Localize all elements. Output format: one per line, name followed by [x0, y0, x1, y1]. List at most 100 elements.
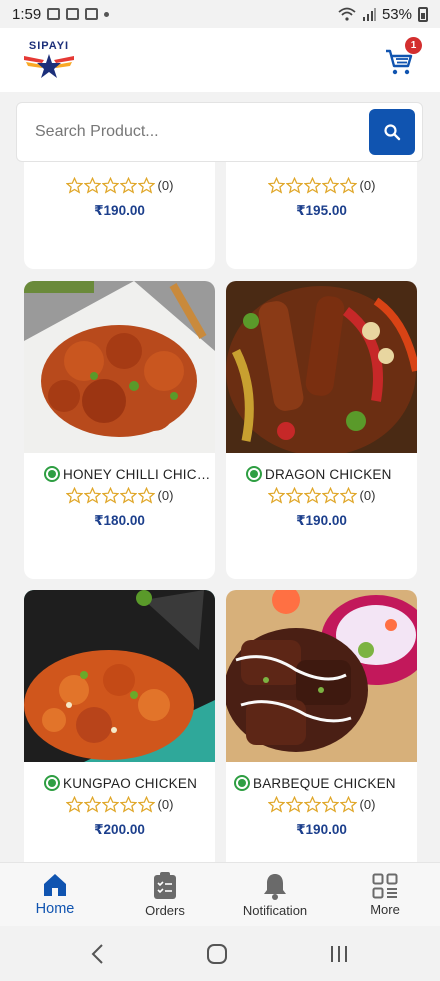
teams-icon	[66, 8, 80, 20]
product-name: BARBEQUE CHICKEN	[253, 775, 396, 791]
battery-percent: 53%	[381, 5, 412, 23]
product-card[interactable]: HONEY CHILLI CHICKEN (0) ₹180.00	[24, 281, 215, 579]
system-navigation-bar	[0, 926, 440, 981]
rating-row: (0)	[226, 176, 417, 194]
nav-item-notification[interactable]: Notification	[220, 863, 330, 926]
veg-indicator-icon	[44, 466, 60, 482]
star-icon	[65, 176, 83, 194]
veg-indicator-icon	[246, 466, 262, 482]
rating-count: (0)	[157, 177, 174, 193]
signal-icon	[362, 7, 376, 21]
star-icon	[83, 486, 101, 504]
nav-item-more[interactable]: More	[330, 863, 440, 926]
search-icon	[384, 124, 401, 141]
recents-icon[interactable]	[328, 943, 350, 965]
rating-row: (0)	[226, 795, 417, 813]
search-bar	[16, 102, 423, 162]
search-button[interactable]	[369, 109, 415, 155]
rating-row: (0)	[226, 486, 417, 504]
product-price: ₹190.00	[296, 822, 347, 837]
star-icon	[321, 176, 339, 194]
star-icon	[339, 795, 357, 813]
notification-dot-icon	[104, 11, 110, 17]
rating-row: (0)	[24, 176, 215, 194]
rating-count: (0)	[359, 796, 376, 812]
star-icon	[339, 176, 357, 194]
star-icon	[101, 176, 119, 194]
star-icon	[83, 795, 101, 813]
product-title-row: KUNGPAO CHICKEN	[24, 772, 215, 794]
product-name: DRAGON CHICKEN	[265, 466, 392, 482]
nav-label-home: Home	[35, 901, 75, 917]
logo-text: SIPAYI	[28, 40, 70, 52]
wifi-icon	[338, 7, 356, 21]
star-icon	[303, 486, 321, 504]
product-grid: (0) ₹190.00 (0) ₹195.00 HONEY CHILLI CHI…	[0, 162, 440, 862]
search-input[interactable]	[35, 123, 369, 141]
star-icon	[83, 176, 101, 194]
rating-count: (0)	[359, 177, 376, 193]
star-icon	[285, 795, 303, 813]
star-icon	[267, 795, 285, 813]
product-image-honey-chilli-chicken	[24, 281, 215, 453]
star-icon	[101, 795, 119, 813]
clipboard-icon	[154, 871, 176, 899]
product-price: ₹190.00	[94, 203, 145, 218]
home-button-icon[interactable]	[206, 943, 228, 965]
star-icon	[303, 176, 321, 194]
product-price: ₹195.00	[296, 203, 347, 218]
grid-icon	[372, 873, 398, 898]
nav-label-notification: Notification	[242, 902, 308, 918]
product-name: KUNGPAO CHICKEN	[63, 775, 198, 791]
home-icon	[44, 874, 66, 896]
star-icon	[65, 486, 83, 504]
star-icon	[119, 176, 137, 194]
bottom-navigation: Home Orders Notification More	[0, 862, 440, 926]
battery-icon	[418, 6, 428, 22]
logo-star-icon	[24, 54, 74, 78]
logo: SIPAYI	[20, 40, 78, 80]
star-icon	[285, 176, 303, 194]
star-icon	[137, 176, 155, 194]
cart-button[interactable]: 1	[384, 37, 422, 77]
nav-item-home[interactable]: Home	[0, 863, 110, 926]
rating-row: (0)	[24, 486, 215, 504]
gallery-icon	[47, 8, 61, 20]
status-time: 1:59	[12, 5, 42, 23]
star-icon	[137, 486, 155, 504]
star-icon	[65, 795, 83, 813]
star-icon	[119, 486, 137, 504]
product-image-barbeque-chicken	[226, 590, 417, 762]
veg-indicator-icon	[234, 775, 250, 791]
rating-row: (0)	[24, 795, 215, 813]
product-title-row: DRAGON CHICKEN	[226, 463, 417, 485]
nav-label-more: More	[370, 901, 400, 917]
rating-count: (0)	[157, 487, 174, 503]
product-card[interactable]: (0) ₹190.00	[24, 162, 215, 269]
product-name: HONEY CHILLI CHICKEN	[63, 466, 213, 482]
rating-count: (0)	[157, 796, 174, 812]
star-icon	[321, 486, 339, 504]
nav-label-orders: Orders	[145, 902, 185, 918]
star-icon	[339, 486, 357, 504]
cart-count-badge: 1	[405, 37, 422, 54]
product-image-kungpao-chicken	[24, 590, 215, 762]
star-icon	[321, 795, 339, 813]
product-card[interactable]: (0) ₹195.00	[226, 162, 417, 269]
back-icon[interactable]	[90, 943, 106, 965]
product-price: ₹190.00	[296, 513, 347, 528]
nav-item-orders[interactable]: Orders	[110, 863, 220, 926]
rating-count: (0)	[359, 487, 376, 503]
product-card[interactable]: BARBEQUE CHICKEN (0) ₹190.00	[226, 590, 417, 862]
app-header: SIPAYI 1	[0, 28, 440, 92]
product-card[interactable]: DRAGON CHICKEN (0) ₹190.00	[226, 281, 417, 579]
star-icon	[137, 795, 155, 813]
star-icon	[303, 795, 321, 813]
bell-icon	[264, 873, 286, 900]
teams-icon-2	[85, 8, 99, 20]
product-card[interactable]: KUNGPAO CHICKEN (0) ₹200.00	[24, 590, 215, 862]
product-title-row: BARBEQUE CHICKEN	[226, 772, 417, 794]
product-title-row: HONEY CHILLI CHICKEN	[24, 463, 215, 485]
status-bar: 1:59 53%	[0, 0, 440, 28]
product-price: ₹180.00	[94, 513, 145, 528]
